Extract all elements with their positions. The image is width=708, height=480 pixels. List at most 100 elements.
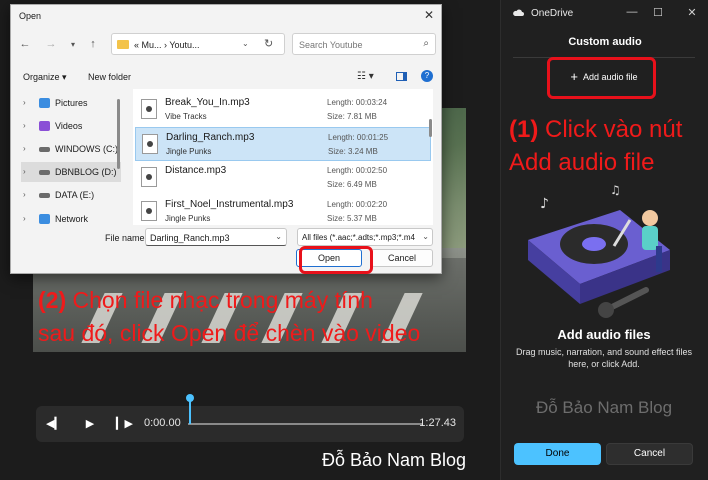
file-row[interactable]: First_Noel_Instrumental.mp3 Jingle Punks… bbox=[135, 195, 431, 225]
chevron-right-icon[interactable]: › bbox=[23, 139, 26, 159]
file-type-filter-value: All files (*.aac;*.adts;*.mp3;*.m4 bbox=[302, 233, 415, 242]
chevron-right-icon[interactable]: › bbox=[23, 209, 26, 229]
chevron-right-icon[interactable]: › bbox=[23, 162, 26, 182]
close-icon[interactable]: ✕ bbox=[685, 6, 699, 19]
nav-item-data-e[interactable]: › DATA (E:) bbox=[21, 185, 121, 205]
up-arrow-icon[interactable]: ↑ bbox=[87, 38, 99, 50]
pictures-folder-icon bbox=[39, 98, 50, 108]
nav-item-label: Network bbox=[55, 214, 89, 224]
new-folder-button[interactable]: New folder bbox=[88, 72, 131, 82]
nav-item-windows-c[interactable]: › WINDOWS (C:) bbox=[21, 139, 121, 159]
play-button[interactable]: ▶ bbox=[82, 416, 98, 432]
dialog-cancel-button[interactable]: Cancel bbox=[371, 249, 433, 267]
empty-state-description: Drag music, narration, and sound effect … bbox=[516, 347, 692, 369]
annotation-step-1-number: (1) bbox=[509, 116, 539, 143]
playhead-line[interactable] bbox=[189, 400, 191, 424]
audio-file-icon bbox=[141, 201, 157, 221]
nav-item-label: Videos bbox=[55, 121, 83, 131]
nav-scrollbar[interactable] bbox=[117, 99, 120, 169]
file-size: Size: 3.24 MB bbox=[328, 147, 378, 156]
nav-item-label: WINDOWS (C:) bbox=[55, 144, 118, 154]
drive-icon bbox=[39, 147, 50, 152]
file-name: Darling_Ranch.mp3 bbox=[166, 132, 255, 143]
file-artist: Jingle Punks bbox=[166, 147, 212, 156]
panel-titlebar: OneDrive — ☐ ✕ bbox=[501, 0, 708, 26]
file-name: First_Noel_Instrumental.mp3 bbox=[165, 199, 294, 210]
file-size: Size: 6.49 MB bbox=[327, 180, 377, 189]
svg-text:♫: ♫ bbox=[610, 183, 621, 197]
file-type-filter[interactable]: All files (*.aac;*.adts;*.mp3;*.m4 ⌄ bbox=[297, 228, 433, 246]
dialog-title: Open bbox=[19, 11, 42, 21]
chevron-down-icon[interactable]: ⌄ bbox=[420, 232, 429, 241]
panel-header: Custom audio bbox=[568, 36, 642, 48]
cloud-icon bbox=[513, 9, 524, 16]
recent-locations-icon[interactable]: ▾ bbox=[67, 40, 79, 49]
folder-icon bbox=[117, 40, 129, 49]
file-row[interactable]: Distance.mp3 Length: 00:02:50 Size: 6.49… bbox=[135, 161, 431, 195]
preview-pane-icon[interactable] bbox=[396, 72, 407, 81]
nav-item-videos[interactable]: › Videos bbox=[21, 116, 121, 136]
file-artist: Jingle Punks bbox=[165, 214, 211, 223]
file-size: Size: 5.37 MB bbox=[327, 214, 377, 223]
organize-menu[interactable]: Organize ▾ bbox=[23, 72, 67, 83]
chevron-right-icon[interactable]: › bbox=[23, 93, 26, 113]
file-length: Length: 00:02:50 bbox=[327, 166, 388, 175]
file-artist: Vibe Tracks bbox=[165, 112, 207, 121]
file-list: Break_You_In.mp3 Vibe Tracks Length: 00:… bbox=[133, 89, 433, 225]
file-name-input[interactable]: Darling_Ranch.mp3 ⌄ bbox=[145, 228, 287, 246]
watermark-text: Đỗ Bảo Nam Blog bbox=[322, 450, 467, 470]
app-title: OneDrive bbox=[531, 8, 574, 19]
annotation-step-2-line1: Chọn file nhạc trong máy tính bbox=[72, 287, 373, 313]
file-row-selected[interactable]: Darling_Ranch.mp3 Jingle Punks Length: 0… bbox=[135, 127, 431, 161]
cancel-button[interactable]: Cancel bbox=[606, 443, 693, 465]
annotation-step-2-line2: sau đó, click Open để chèn vào video bbox=[38, 320, 421, 346]
maximize-icon[interactable]: ☐ bbox=[651, 6, 665, 19]
back-arrow-icon[interactable]: ← bbox=[19, 38, 31, 50]
videos-folder-icon bbox=[39, 121, 50, 131]
file-list-scrollbar[interactable] bbox=[429, 119, 432, 137]
panel-watermark: Đỗ Bảo Nam Blog bbox=[535, 398, 673, 417]
nav-item-network[interactable]: › Network bbox=[21, 209, 121, 229]
nav-item-label: Pictures bbox=[55, 98, 88, 108]
annotation-step-2: (2) Chọn file nhạc trong máy tính sau đó… bbox=[38, 284, 488, 350]
playhead-handle[interactable] bbox=[186, 394, 194, 402]
address-bar[interactable]: « Mu... › Youtu... ⌄ ↻ bbox=[111, 33, 285, 55]
nav-item-label: DATA (E:) bbox=[55, 190, 95, 200]
audio-file-icon bbox=[141, 99, 157, 119]
previous-frame-button[interactable]: ◀▎ bbox=[46, 416, 63, 432]
view-options-icon[interactable]: ☷ ▾ bbox=[357, 71, 374, 82]
address-path: « Mu... › Youtu... bbox=[134, 40, 200, 50]
svg-text:♪: ♪ bbox=[540, 196, 549, 212]
file-size: Size: 7.81 MB bbox=[327, 112, 377, 121]
file-length: Length: 00:01:25 bbox=[328, 133, 389, 142]
current-time: 0:00.00 bbox=[144, 417, 181, 429]
chevron-down-icon[interactable]: ⌄ bbox=[275, 232, 282, 241]
file-name: Distance.mp3 bbox=[165, 165, 227, 176]
close-icon[interactable]: ✕ bbox=[421, 7, 437, 23]
annotation-step-2-number: (2) bbox=[38, 287, 67, 313]
drive-icon bbox=[39, 193, 50, 198]
search-field[interactable]: Search Youtube ⌕ bbox=[292, 33, 436, 55]
minimize-icon[interactable]: — bbox=[625, 6, 639, 18]
chevron-down-icon[interactable]: ⌄ bbox=[242, 39, 249, 48]
forward-arrow-icon[interactable]: → bbox=[45, 38, 57, 50]
nav-item-pictures[interactable]: › Pictures bbox=[21, 93, 121, 113]
audio-file-icon bbox=[141, 167, 157, 187]
next-frame-button[interactable]: ▎▶ bbox=[116, 416, 133, 432]
chevron-right-icon[interactable]: › bbox=[23, 185, 26, 205]
search-placeholder: Search Youtube bbox=[299, 40, 363, 50]
annotation-step-1-line1: Click vào nút bbox=[545, 116, 683, 143]
help-icon[interactable]: ? bbox=[421, 70, 433, 82]
refresh-icon[interactable]: ↻ bbox=[264, 37, 273, 50]
annotation-step-1: (1) Click vào nút Add audio file bbox=[509, 113, 708, 179]
chevron-right-icon[interactable]: › bbox=[23, 116, 26, 136]
duration: 1:27.43 bbox=[419, 417, 456, 429]
nav-item-dbnblog-d[interactable]: › DBNBLOG (D:) bbox=[21, 162, 121, 182]
done-button[interactable]: Done bbox=[514, 443, 601, 465]
seek-track[interactable] bbox=[188, 423, 423, 425]
file-length: Length: 00:03:24 bbox=[327, 98, 388, 107]
file-name: Break_You_In.mp3 bbox=[165, 97, 250, 108]
file-row[interactable]: Break_You_In.mp3 Vibe Tracks Length: 00:… bbox=[135, 93, 431, 127]
drive-icon bbox=[39, 170, 50, 175]
annotation-step-1-line2: Add audio file bbox=[509, 149, 655, 176]
